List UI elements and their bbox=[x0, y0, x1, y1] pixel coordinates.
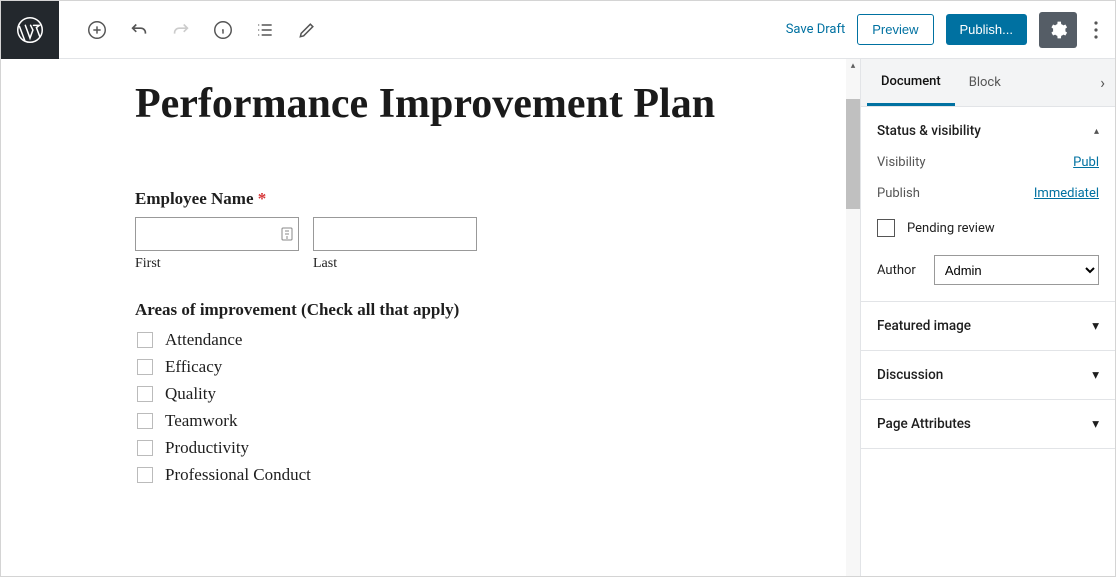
publish-row: Publish Immediatel bbox=[877, 186, 1099, 201]
check-row-teamwork: Teamwork bbox=[135, 411, 790, 431]
settings-button[interactable] bbox=[1039, 12, 1077, 48]
check-label: Quality bbox=[165, 384, 216, 404]
check-label: Efficacy bbox=[165, 357, 222, 377]
chevron-up-icon: ▴ bbox=[1094, 126, 1099, 137]
undo-button[interactable] bbox=[121, 12, 157, 48]
sidebar-tabs: Document Block › bbox=[861, 59, 1115, 107]
author-label: Author bbox=[877, 263, 916, 278]
chevron-down-icon: ▾ bbox=[1092, 318, 1099, 334]
checkbox[interactable] bbox=[137, 386, 153, 402]
more-menu-button[interactable] bbox=[1089, 12, 1101, 48]
outline-button[interactable] bbox=[247, 12, 283, 48]
status-visibility-header[interactable]: Status & visibility ▴ bbox=[877, 123, 1099, 139]
toolbar-right: Save Draft Preview Publish... bbox=[786, 12, 1115, 48]
autofill-icon[interactable] bbox=[281, 227, 293, 241]
pending-review-label: Pending review bbox=[907, 221, 995, 236]
required-mark: * bbox=[258, 189, 267, 208]
check-label: Professional Conduct bbox=[165, 465, 311, 485]
add-block-button[interactable] bbox=[79, 12, 115, 48]
name-row: First Last bbox=[135, 217, 790, 272]
check-label: Attendance bbox=[165, 330, 242, 350]
author-select[interactable]: Admin bbox=[934, 255, 1099, 285]
check-row-conduct: Professional Conduct bbox=[135, 465, 790, 485]
first-name-input[interactable] bbox=[135, 217, 299, 251]
first-sublabel: First bbox=[135, 256, 299, 272]
discussion-panel[interactable]: Discussion ▾ bbox=[861, 351, 1115, 400]
pending-review-row: Pending review bbox=[877, 219, 1099, 237]
chevron-down-icon: ▾ bbox=[1092, 367, 1099, 383]
edit-icon[interactable] bbox=[289, 12, 325, 48]
last-sublabel: Last bbox=[313, 256, 477, 272]
checkbox[interactable] bbox=[137, 413, 153, 429]
page-attributes-panel[interactable]: Page Attributes ▾ bbox=[861, 400, 1115, 449]
editor-scrollbar[interactable]: ▴ bbox=[846, 59, 860, 576]
page-title[interactable]: Performance Improvement Plan bbox=[135, 79, 790, 129]
check-row-quality: Quality bbox=[135, 384, 790, 404]
scroll-thumb[interactable] bbox=[846, 99, 860, 209]
save-draft-button[interactable]: Save Draft bbox=[786, 22, 846, 37]
editor-toolbar: Save Draft Preview Publish... bbox=[1, 1, 1115, 59]
checkbox[interactable] bbox=[137, 359, 153, 375]
toolbar-left bbox=[59, 12, 325, 48]
checkbox[interactable] bbox=[137, 440, 153, 456]
scroll-up-icon[interactable]: ▴ bbox=[846, 59, 860, 73]
visibility-link[interactable]: Publ bbox=[1073, 155, 1099, 170]
pending-review-checkbox[interactable] bbox=[877, 219, 895, 237]
check-row-attendance: Attendance bbox=[135, 330, 790, 350]
publish-label: Publish bbox=[877, 186, 920, 201]
tab-document[interactable]: Document bbox=[867, 60, 955, 106]
chevron-down-icon: ▾ bbox=[1092, 416, 1099, 432]
featured-image-panel[interactable]: Featured image ▾ bbox=[861, 302, 1115, 351]
publish-button[interactable]: Publish... bbox=[946, 14, 1027, 45]
editor-canvas: Performance Improvement Plan Employee Na… bbox=[1, 59, 860, 576]
employee-name-label: Employee Name * bbox=[135, 189, 790, 209]
publish-link[interactable]: Immediatel bbox=[1034, 186, 1099, 201]
check-label: Productivity bbox=[165, 438, 249, 458]
check-label: Teamwork bbox=[165, 411, 237, 431]
visibility-label: Visibility bbox=[877, 155, 926, 170]
redo-button[interactable] bbox=[163, 12, 199, 48]
settings-sidebar: Document Block › Status & visibility ▴ V… bbox=[860, 59, 1115, 576]
checkbox[interactable] bbox=[137, 332, 153, 348]
preview-button[interactable]: Preview bbox=[857, 14, 933, 45]
author-row: Author Admin bbox=[877, 255, 1099, 285]
checkbox[interactable] bbox=[137, 467, 153, 483]
main-area: Performance Improvement Plan Employee Na… bbox=[1, 59, 1115, 576]
areas-label: Areas of improvement (Check all that app… bbox=[135, 300, 790, 320]
last-name-input[interactable] bbox=[313, 217, 477, 251]
chevron-right-icon[interactable]: › bbox=[1096, 73, 1109, 92]
check-row-productivity: Productivity bbox=[135, 438, 790, 458]
tab-block[interactable]: Block bbox=[955, 61, 1015, 104]
wordpress-logo[interactable] bbox=[1, 1, 59, 59]
info-button[interactable] bbox=[205, 12, 241, 48]
visibility-row: Visibility Publ bbox=[877, 155, 1099, 170]
check-row-efficacy: Efficacy bbox=[135, 357, 790, 377]
status-visibility-panel: Status & visibility ▴ Visibility Publ Pu… bbox=[861, 107, 1115, 302]
